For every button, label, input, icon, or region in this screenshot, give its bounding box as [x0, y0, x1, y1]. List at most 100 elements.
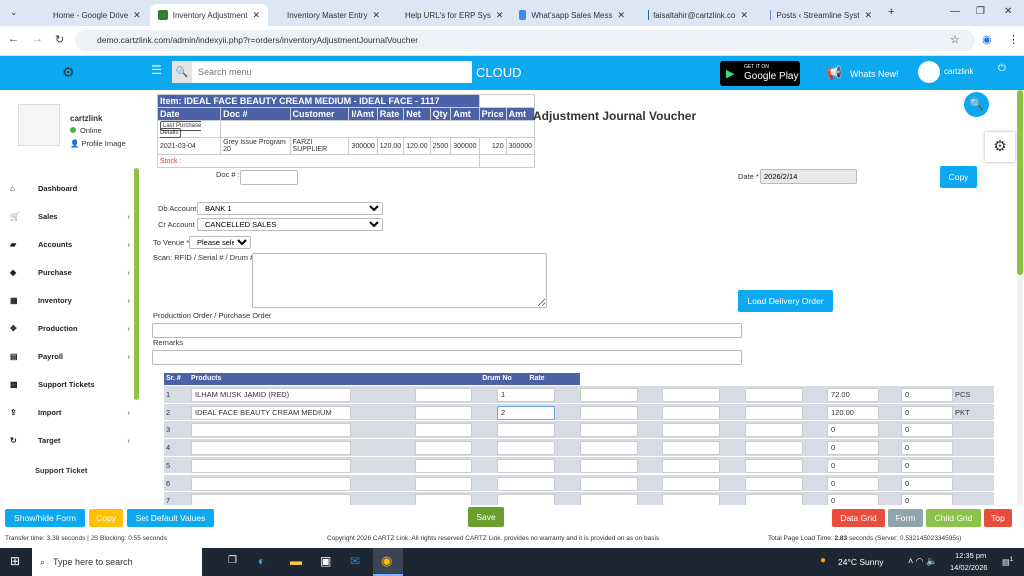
product-input[interactable]: IDEAL FACE BEAUTY CREAM MEDIUM: [191, 405, 351, 420]
extra-input[interactable]: [580, 405, 638, 420]
hamburger-menu-icon[interactable]: ☰: [151, 63, 162, 77]
task-view-icon[interactable]: ❐: [228, 555, 237, 566]
copy-button[interactable]: Copy: [89, 509, 123, 527]
close-tab-icon[interactable]: ✕: [496, 10, 504, 21]
extra-input[interactable]: [580, 494, 638, 505]
extra-input[interactable]: [745, 405, 803, 420]
drum-no-input[interactable]: [415, 458, 472, 473]
close-tab-icon[interactable]: ✕: [252, 10, 260, 21]
qty-input[interactable]: 0: [901, 388, 953, 402]
edge-icon[interactable]: ◐: [258, 554, 265, 568]
qty-input[interactable]: 0: [901, 441, 953, 456]
price-input[interactable]: 0: [827, 441, 879, 456]
browser-tab[interactable]: Inventory Adjustment ✕: [150, 4, 268, 26]
product-input[interactable]: [191, 441, 351, 456]
user-avatar[interactable]: [918, 61, 940, 83]
browser-tab[interactable]: What'sapp Sales Mess ✕: [511, 4, 633, 26]
close-tab-icon[interactable]: ✕: [864, 10, 872, 21]
remarks-input[interactable]: [152, 350, 742, 365]
notification-icon[interactable]: ▤1: [1002, 556, 1013, 567]
sidebar-item-sales[interactable]: 🛒 Sales ›: [10, 212, 130, 221]
extra-input[interactable]: [745, 423, 803, 438]
extra-input[interactable]: [745, 494, 803, 505]
rate-input[interactable]: [497, 494, 555, 505]
extra-input[interactable]: [580, 476, 638, 491]
qty-input[interactable]: 0: [901, 494, 953, 505]
search-menu[interactable]: 🔍: [172, 61, 472, 83]
power-icon[interactable]: ⏻: [998, 63, 1006, 74]
chrome-taskbar-button[interactable]: ◉: [373, 548, 403, 576]
search-fab-icon[interactable]: 🔍: [964, 92, 989, 117]
browser-tab[interactable]: Inventory Master Entry ✕: [274, 4, 386, 26]
search-input[interactable]: [192, 61, 472, 83]
date-input[interactable]: [760, 169, 857, 184]
show-hide-form-button[interactable]: Show/hide Form: [5, 509, 85, 527]
drum-no-input[interactable]: [415, 441, 472, 456]
drum-no-input[interactable]: [415, 388, 472, 402]
qty-input[interactable]: 0: [901, 458, 953, 473]
sidebar-item-production[interactable]: ✥ Production ›: [10, 324, 130, 333]
extra-input[interactable]: [580, 458, 638, 473]
url-field[interactable]: demo.cartzlink.com/admin/indexyii.php?r=…: [75, 30, 975, 51]
extra-input[interactable]: [745, 441, 803, 456]
support-ticket-link[interactable]: Support Ticket: [35, 466, 87, 475]
new-tab-button[interactable]: +: [888, 6, 894, 18]
tab-search-icon[interactable]: ⌄: [10, 7, 18, 18]
production-order-input[interactable]: [152, 323, 742, 338]
extra-input[interactable]: [662, 423, 720, 438]
qty-input[interactable]: 0: [901, 476, 953, 491]
extra-input[interactable]: [745, 458, 803, 473]
db-account-select[interactable]: BANK 1: [197, 202, 383, 215]
price-input[interactable]: 0: [827, 476, 879, 491]
extra-input[interactable]: [745, 476, 803, 491]
extra-input[interactable]: [662, 458, 720, 473]
doc-input[interactable]: [240, 170, 298, 185]
rate-input[interactable]: [497, 476, 555, 491]
extra-input[interactable]: [662, 441, 720, 456]
drum-no-input[interactable]: [415, 423, 472, 438]
profile-icon[interactable]: ◉: [982, 33, 992, 46]
windows-start-icon[interactable]: ⊞: [10, 554, 20, 568]
forward-icon[interactable]: →: [32, 33, 43, 45]
tray-icons[interactable]: ˄ ◠ 🔈: [908, 556, 937, 567]
store-icon[interactable]: ▣: [320, 554, 331, 568]
browser-tab[interactable]: Help URL's for ERP Sys ✕: [392, 4, 504, 26]
save-button[interactable]: Save: [468, 507, 504, 527]
extra-input[interactable]: [745, 388, 803, 402]
sidebar-item-payroll[interactable]: ▤ Payroll ›: [10, 352, 130, 361]
close-tab-icon[interactable]: ✕: [133, 10, 141, 21]
extra-input[interactable]: [662, 388, 720, 402]
restore-icon[interactable]: ❐: [976, 6, 985, 17]
cr-account-select[interactable]: CANCELLED SALES: [197, 218, 383, 231]
reload-icon[interactable]: ↻: [55, 33, 64, 46]
rate-input[interactable]: [497, 458, 555, 473]
top-button[interactable]: Top: [984, 509, 1012, 527]
price-input[interactable]: 0: [827, 458, 879, 473]
user-name[interactable]: cartzlink: [944, 67, 973, 76]
price-input[interactable]: 0: [827, 494, 879, 505]
profile-image-link[interactable]: 👤 Profile Image: [70, 139, 126, 148]
rate-input[interactable]: 1: [497, 388, 555, 402]
drum-no-input[interactable]: [415, 494, 472, 505]
extra-input[interactable]: [662, 476, 720, 491]
google-play-badge[interactable]: ▶ GET IT ON Google Play: [720, 61, 800, 86]
price-input[interactable]: 72.00: [827, 388, 879, 402]
form-button[interactable]: Form: [888, 509, 923, 527]
bookmark-star-icon[interactable]: ☆: [950, 33, 960, 46]
load-delivery-order-button[interactable]: Load Delivery Order: [738, 290, 833, 312]
venue-select[interactable]: Please select: [189, 236, 251, 249]
copy-top-button[interactable]: Copy: [940, 166, 977, 188]
extra-input[interactable]: [662, 405, 720, 420]
rate-input[interactable]: [497, 441, 555, 456]
rate-input[interactable]: 2: [497, 405, 555, 420]
product-input[interactable]: [191, 476, 351, 491]
file-explorer-icon[interactable]: ▬: [290, 554, 302, 568]
sidebar-item-inventory[interactable]: ▦ Inventory ›: [10, 296, 130, 305]
last-purchase-details-button[interactable]: Last Purchase Details: [160, 121, 202, 138]
close-tab-icon[interactable]: ✕: [740, 10, 748, 21]
price-input[interactable]: 0: [827, 423, 879, 438]
product-input[interactable]: ILHAM MUSK JAMID (RED): [191, 388, 351, 402]
sidebar-item-purchase[interactable]: ◆ Purchase ›: [10, 268, 130, 277]
minimize-icon[interactable]: —: [950, 6, 960, 17]
price-input[interactable]: 120.00: [827, 405, 879, 420]
